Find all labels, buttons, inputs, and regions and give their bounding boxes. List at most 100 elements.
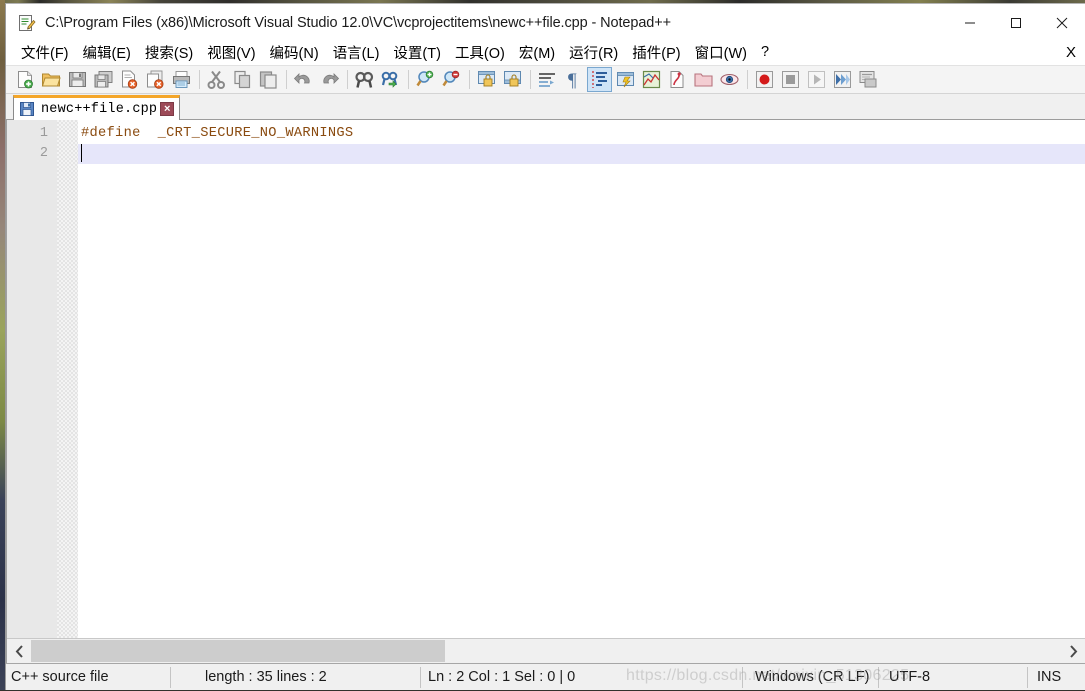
chevron-left-icon xyxy=(15,644,23,658)
zoom-out-icon xyxy=(442,70,460,87)
line-number-gutter: 1 2 xyxy=(7,120,57,638)
close-document-button[interactable]: X xyxy=(1066,44,1076,61)
new-file-icon xyxy=(18,71,33,89)
toolbar-separator xyxy=(199,70,200,89)
chevron-right-icon xyxy=(1069,644,1077,658)
tab-close-button[interactable]: × xyxy=(160,102,175,116)
menu-file[interactable]: 文件(F) xyxy=(14,40,76,66)
menu-run[interactable]: 运行(R) xyxy=(562,40,625,66)
macro-stop-button[interactable] xyxy=(779,68,802,91)
sync-vertical-scroll-button[interactable] xyxy=(475,68,498,91)
copy-button[interactable] xyxy=(231,68,254,91)
scroll-right-button[interactable] xyxy=(1061,639,1085,663)
zoom-in-button[interactable] xyxy=(414,68,437,91)
document-monitoring-button[interactable] xyxy=(718,68,741,91)
menu-macro[interactable]: 宏(M) xyxy=(512,40,562,66)
folder-as-workspace-button[interactable] xyxy=(692,68,715,91)
undo-button[interactable] xyxy=(292,68,315,91)
close-button[interactable] xyxy=(1039,5,1085,41)
status-insert-mode: INS xyxy=(1037,669,1062,685)
status-caret-position: Ln : 2 Col : 1 Sel : 0 | 0 xyxy=(428,669,576,685)
sync-horizontal-scroll-button[interactable] xyxy=(501,68,524,91)
replace-icon xyxy=(381,71,398,88)
menu-view[interactable]: 视图(V) xyxy=(200,40,262,66)
window-title: C:\Program Files (x86)\Microsoft Visual … xyxy=(45,14,671,31)
save-icon xyxy=(69,72,86,87)
close-icon xyxy=(1056,17,1068,28)
menu-settings[interactable]: 设置(T) xyxy=(386,40,448,66)
indent-guide-icon xyxy=(592,71,607,88)
horizontal-scrollbar[interactable] xyxy=(7,638,1085,663)
fold-margin[interactable] xyxy=(57,120,78,638)
menu-encoding[interactable]: 编码(N) xyxy=(263,40,326,66)
tab-label: newc++file.cpp xyxy=(41,101,158,117)
close-all-files-button[interactable] xyxy=(144,68,167,91)
cut-button[interactable] xyxy=(205,68,228,91)
redo-icon xyxy=(323,73,340,84)
new-file-button[interactable] xyxy=(14,68,37,91)
zoom-in-icon xyxy=(416,70,434,87)
scroll-left-button[interactable] xyxy=(7,639,31,663)
indent-guide-button[interactable] xyxy=(587,67,612,92)
saved-file-icon xyxy=(20,102,34,116)
print-icon xyxy=(173,71,190,88)
zoom-out-button[interactable] xyxy=(440,68,463,91)
function-list-button[interactable] xyxy=(666,68,689,91)
sync-horizontal-scroll-icon xyxy=(504,71,521,87)
toolbar-separator xyxy=(469,70,470,89)
show-all-characters-button[interactable]: ¶ xyxy=(562,68,585,91)
open-file-icon xyxy=(41,73,61,87)
close-file-button[interactable] xyxy=(118,68,141,91)
document-map-button[interactable] xyxy=(640,68,663,91)
minimize-button[interactable] xyxy=(947,5,993,41)
horizontal-scroll-track[interactable] xyxy=(31,639,1061,663)
word-wrap-icon xyxy=(539,73,555,87)
macro-save-button[interactable] xyxy=(857,68,880,91)
maximize-button[interactable] xyxy=(993,5,1039,41)
save-button[interactable] xyxy=(66,68,89,91)
code-line-1: #define _CRT_SECURE_NO_WARNINGS xyxy=(78,124,1085,144)
replace-button[interactable] xyxy=(379,68,402,91)
macro-run-multiple-icon xyxy=(834,71,851,88)
paste-button[interactable] xyxy=(257,68,280,91)
close-file-icon xyxy=(122,70,138,89)
folder-as-workspace-icon xyxy=(694,73,713,87)
function-list-icon xyxy=(670,71,684,88)
menu-tools[interactable]: 工具(O) xyxy=(448,40,512,66)
tab-newcppfile[interactable]: newc++file.cpp × xyxy=(13,95,181,120)
macro-record-button[interactable] xyxy=(753,68,776,91)
menu-language[interactable]: 语言(L) xyxy=(326,40,387,66)
macro-playback-button[interactable] xyxy=(805,68,828,91)
menu-search[interactable]: 搜索(S) xyxy=(138,40,200,66)
horizontal-scroll-thumb[interactable] xyxy=(31,640,445,662)
code-text-area[interactable]: #define _CRT_SECURE_NO_WARNINGS xyxy=(78,120,1085,638)
minimize-icon xyxy=(965,22,975,23)
notepad-plus-plus-icon xyxy=(18,14,36,32)
line-number: 1 xyxy=(39,126,48,141)
find-button[interactable] xyxy=(353,68,376,91)
menu-window[interactable]: 窗口(W) xyxy=(688,40,754,66)
menu-edit[interactable]: 编辑(E) xyxy=(76,40,138,66)
open-file-button[interactable] xyxy=(40,68,63,91)
code-line-1-text: #define _CRT_SECURE_NO_WARNINGS xyxy=(81,126,354,141)
svg-text:¶: ¶ xyxy=(568,70,577,90)
macro-run-multiple-button[interactable] xyxy=(831,68,854,91)
code-editor[interactable]: 1 2 #define _CRT_SECURE_NO_WARNINGS xyxy=(7,120,1085,638)
status-file-type: C++ source file xyxy=(11,669,109,685)
editor-pane: 1 2 #define _CRT_SECURE_NO_WARNINGS xyxy=(6,120,1085,663)
menu-help[interactable]: ? xyxy=(754,42,776,63)
text-caret xyxy=(81,144,82,162)
menu-plugins[interactable]: 插件(P) xyxy=(625,40,687,66)
macro-stop-icon xyxy=(782,71,799,88)
save-all-icon xyxy=(94,71,113,88)
macro-record-icon xyxy=(756,71,773,88)
copy-icon xyxy=(234,70,251,89)
word-wrap-button[interactable] xyxy=(536,68,559,91)
user-defined-language-button[interactable] xyxy=(614,68,637,91)
macro-save-icon xyxy=(859,71,877,88)
save-all-button[interactable] xyxy=(92,68,115,91)
redo-button[interactable] xyxy=(318,68,341,91)
print-button[interactable] xyxy=(170,68,193,91)
toolbar-separator xyxy=(286,70,287,89)
status-bar: C++ source file length : 35 lines : 2 Ln… xyxy=(6,663,1085,690)
